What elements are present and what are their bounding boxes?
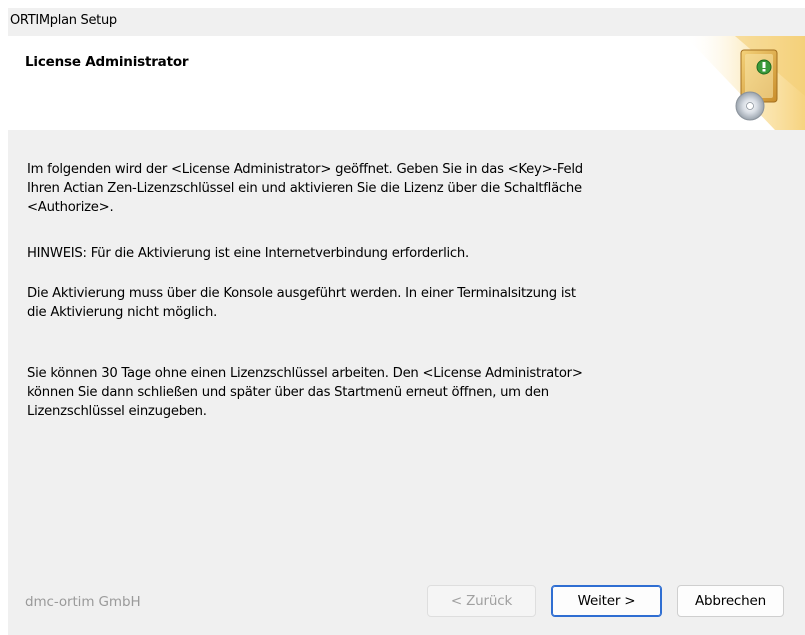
console-paragraph: Die Aktivierung muss über die Konsole au… xyxy=(27,286,576,320)
cancel-button[interactable]: Abbrechen xyxy=(677,585,784,617)
back-button[interactable]: < Zurück xyxy=(427,585,536,617)
next-button[interactable]: Weiter > xyxy=(551,585,662,617)
trial-paragraph: Sie können 30 Tage ohne einen Lizenzschl… xyxy=(27,366,583,419)
setup-window: ORTIMplan Setup License Administrator Im… xyxy=(8,8,805,635)
intro-paragraph: Im folgenden wird der <License Administr… xyxy=(27,162,583,215)
wizard-content: Im folgenden wird der <License Administr… xyxy=(8,130,805,635)
page-title: License Administrator xyxy=(25,54,189,70)
window-title: ORTIMplan Setup xyxy=(10,13,117,28)
brand-label: dmc-ortim GmbH xyxy=(25,594,141,610)
wizard-header: License Administrator xyxy=(8,36,805,130)
title-bar[interactable]: ORTIMplan Setup xyxy=(8,8,805,36)
setup-box-cd-icon xyxy=(685,36,805,130)
hint-paragraph: HINWEIS: Für die Aktivierung ist eine In… xyxy=(27,246,469,261)
